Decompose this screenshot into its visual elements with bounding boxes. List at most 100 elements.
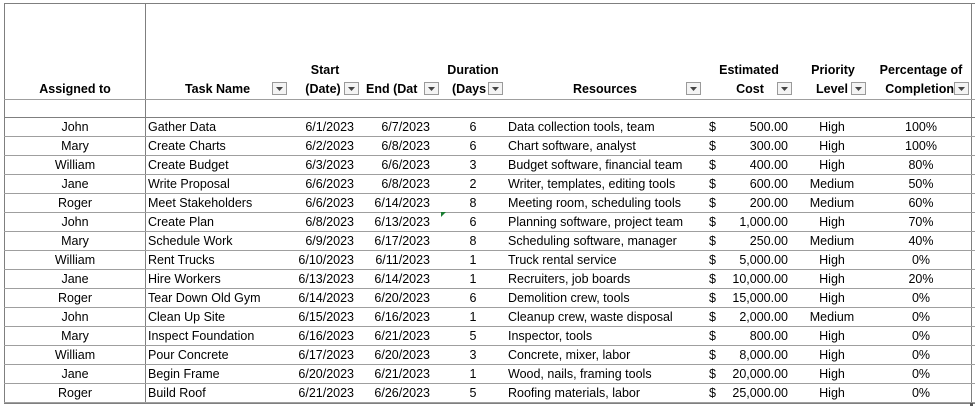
cell-start-date[interactable]: 6/10/2023 bbox=[288, 251, 354, 270]
cell-assigned-to[interactable]: Mary bbox=[30, 137, 120, 156]
cell-estimated-cost[interactable]: 250.00 bbox=[722, 232, 788, 251]
cell-task-name[interactable]: Begin Frame bbox=[148, 365, 278, 384]
cell-estimated-cost[interactable]: 2,000.00 bbox=[722, 308, 788, 327]
cell-resources[interactable]: Concrete, mixer, labor bbox=[508, 346, 708, 365]
cell-priority[interactable]: High bbox=[800, 156, 864, 175]
cell-assigned-to[interactable]: Mary bbox=[30, 327, 120, 346]
cell-task-name[interactable]: Rent Trucks bbox=[148, 251, 278, 270]
cell-assigned-to[interactable]: Jane bbox=[30, 175, 120, 194]
cell-resources[interactable]: Planning software, project team bbox=[508, 213, 708, 232]
cell-end-date[interactable]: 6/14/2023 bbox=[360, 270, 430, 289]
cell-percentage[interactable]: 0% bbox=[878, 327, 964, 346]
cell-estimated-cost[interactable]: 400.00 bbox=[722, 156, 788, 175]
cell-end-date[interactable]: 6/13/2023 bbox=[360, 213, 430, 232]
filter-dropdown-icon[interactable] bbox=[488, 82, 503, 95]
cell-task-name[interactable]: Clean Up Site bbox=[148, 308, 278, 327]
cell-assigned-to[interactable]: Roger bbox=[30, 289, 120, 308]
resize-handle-icon[interactable] bbox=[970, 403, 973, 406]
cell-task-name[interactable]: Create Budget bbox=[148, 156, 278, 175]
cell-duration[interactable]: 6 bbox=[458, 213, 488, 232]
filter-dropdown-icon[interactable] bbox=[954, 82, 969, 95]
cell-percentage[interactable]: 50% bbox=[878, 175, 964, 194]
cell-priority[interactable]: High bbox=[800, 327, 864, 346]
cell-task-name[interactable]: Pour Concrete bbox=[148, 346, 278, 365]
cell-start-date[interactable]: 6/16/2023 bbox=[288, 327, 354, 346]
cell-task-name[interactable]: Create Charts bbox=[148, 137, 278, 156]
cell-task-name[interactable]: Write Proposal bbox=[148, 175, 278, 194]
cell-assigned-to[interactable]: Mary bbox=[30, 232, 120, 251]
cell-percentage[interactable]: 0% bbox=[878, 308, 964, 327]
cell-end-date[interactable]: 6/7/2023 bbox=[360, 118, 430, 137]
cell-task-name[interactable]: Inspect Foundation bbox=[148, 327, 278, 346]
cell-estimated-cost[interactable]: 300.00 bbox=[722, 137, 788, 156]
cell-percentage[interactable]: 0% bbox=[878, 384, 964, 403]
cell-resources[interactable]: Chart software, analyst bbox=[508, 137, 708, 156]
cell-end-date[interactable]: 6/16/2023 bbox=[360, 308, 430, 327]
cell-percentage[interactable]: 60% bbox=[878, 194, 964, 213]
cell-priority[interactable]: High bbox=[800, 365, 864, 384]
cell-percentage[interactable]: 80% bbox=[878, 156, 964, 175]
cell-priority[interactable]: High bbox=[800, 213, 864, 232]
cell-duration[interactable]: 1 bbox=[458, 365, 488, 384]
filter-dropdown-icon[interactable] bbox=[851, 82, 866, 95]
cell-resources[interactable]: Meeting room, scheduling tools bbox=[508, 194, 708, 213]
filter-dropdown-icon[interactable] bbox=[686, 82, 701, 95]
cell-priority[interactable]: High bbox=[800, 118, 864, 137]
cell-priority[interactable]: High bbox=[800, 384, 864, 403]
cell-start-date[interactable]: 6/21/2023 bbox=[288, 384, 354, 403]
cell-end-date[interactable]: 6/20/2023 bbox=[360, 346, 430, 365]
cell-end-date[interactable]: 6/8/2023 bbox=[360, 137, 430, 156]
cell-start-date[interactable]: 6/9/2023 bbox=[288, 232, 354, 251]
cell-assigned-to[interactable]: William bbox=[30, 251, 120, 270]
cell-priority[interactable]: Medium bbox=[800, 308, 864, 327]
cell-start-date[interactable]: 6/17/2023 bbox=[288, 346, 354, 365]
cell-estimated-cost[interactable]: 25,000.00 bbox=[722, 384, 788, 403]
cell-duration[interactable]: 1 bbox=[458, 308, 488, 327]
cell-start-date[interactable]: 6/1/2023 bbox=[288, 118, 354, 137]
cell-assigned-to[interactable]: Jane bbox=[30, 365, 120, 384]
cell-priority[interactable]: Medium bbox=[800, 175, 864, 194]
cell-end-date[interactable]: 6/6/2023 bbox=[360, 156, 430, 175]
cell-start-date[interactable]: 6/3/2023 bbox=[288, 156, 354, 175]
cell-duration[interactable]: 1 bbox=[458, 270, 488, 289]
cell-resources[interactable]: Roofing materials, labor bbox=[508, 384, 708, 403]
cell-start-date[interactable]: 6/20/2023 bbox=[288, 365, 354, 384]
cell-end-date[interactable]: 6/8/2023 bbox=[360, 175, 430, 194]
cell-duration[interactable]: 8 bbox=[458, 194, 488, 213]
cell-duration[interactable]: 6 bbox=[458, 118, 488, 137]
cell-start-date[interactable]: 6/6/2023 bbox=[288, 175, 354, 194]
cell-priority[interactable]: High bbox=[800, 270, 864, 289]
cell-start-date[interactable]: 6/2/2023 bbox=[288, 137, 354, 156]
cell-estimated-cost[interactable]: 600.00 bbox=[722, 175, 788, 194]
cell-percentage[interactable]: 40% bbox=[878, 232, 964, 251]
cell-priority[interactable]: Medium bbox=[800, 232, 864, 251]
cell-duration[interactable]: 3 bbox=[458, 156, 488, 175]
cell-percentage[interactable]: 20% bbox=[878, 270, 964, 289]
cell-priority[interactable]: High bbox=[800, 251, 864, 270]
cell-assigned-to[interactable]: Roger bbox=[30, 194, 120, 213]
cell-resources[interactable]: Wood, nails, framing tools bbox=[508, 365, 708, 384]
cell-assigned-to[interactable]: John bbox=[30, 118, 120, 137]
cell-resources[interactable]: Recruiters, job boards bbox=[508, 270, 708, 289]
cell-assigned-to[interactable]: William bbox=[30, 156, 120, 175]
cell-estimated-cost[interactable]: 500.00 bbox=[722, 118, 788, 137]
cell-assigned-to[interactable]: Roger bbox=[30, 384, 120, 403]
cell-percentage[interactable]: 70% bbox=[878, 213, 964, 232]
cell-percentage[interactable]: 0% bbox=[878, 251, 964, 270]
cell-task-name[interactable]: Schedule Work bbox=[148, 232, 278, 251]
cell-estimated-cost[interactable]: 200.00 bbox=[722, 194, 788, 213]
cell-priority[interactable]: High bbox=[800, 346, 864, 365]
cell-end-date[interactable]: 6/26/2023 bbox=[360, 384, 430, 403]
cell-estimated-cost[interactable]: 800.00 bbox=[722, 327, 788, 346]
cell-assigned-to[interactable]: John bbox=[30, 213, 120, 232]
cell-duration[interactable]: 1 bbox=[458, 251, 488, 270]
cell-percentage[interactable]: 0% bbox=[878, 346, 964, 365]
cell-end-date[interactable]: 6/14/2023 bbox=[360, 194, 430, 213]
cell-resources[interactable]: Writer, templates, editing tools bbox=[508, 175, 708, 194]
cell-estimated-cost[interactable]: 8,000.00 bbox=[722, 346, 788, 365]
cell-end-date[interactable]: 6/21/2023 bbox=[360, 365, 430, 384]
cell-resources[interactable]: Cleanup crew, waste disposal bbox=[508, 308, 708, 327]
cell-task-name[interactable]: Hire Workers bbox=[148, 270, 278, 289]
cell-duration[interactable]: 3 bbox=[458, 346, 488, 365]
cell-end-date[interactable]: 6/21/2023 bbox=[360, 327, 430, 346]
